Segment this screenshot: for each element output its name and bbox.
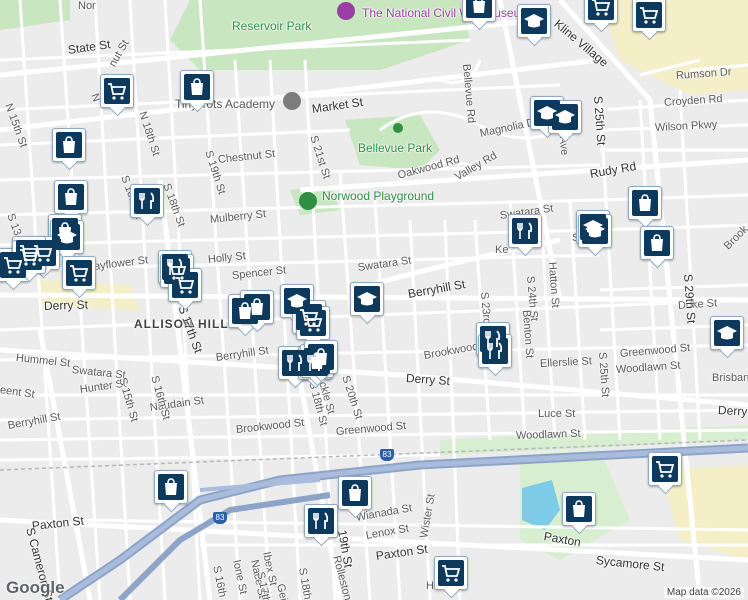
street-label-museum: The National Civil War Museum xyxy=(362,6,531,20)
map-canvas[interactable]: Reservoir Park The National Civil War Mus… xyxy=(0,0,748,600)
cart-marker[interactable] xyxy=(434,556,468,590)
interstate-shield: 83 xyxy=(380,449,394,461)
street-label-s-25th-st-1: S 25th St xyxy=(591,95,609,146)
street-label-derry-st-1: Derry St xyxy=(43,297,89,313)
cart-marker[interactable] xyxy=(12,240,46,274)
restaurant-marker[interactable] xyxy=(130,184,164,218)
park-pin-icon[interactable] xyxy=(393,123,403,133)
street-label-woodlawn-st-2: Woodlawn St xyxy=(515,427,581,442)
academy-pin-icon[interactable] xyxy=(283,92,301,110)
school-marker[interactable] xyxy=(350,282,384,316)
shopping-marker[interactable] xyxy=(640,226,674,260)
street-label-brisban: Brisban xyxy=(712,372,748,384)
interstate-shield: 83 xyxy=(213,512,227,524)
restaurant-marker[interactable] xyxy=(508,214,542,248)
cart-marker[interactable] xyxy=(168,268,202,302)
street-label-derry-st-3: Derry xyxy=(717,403,748,419)
school-marker[interactable] xyxy=(710,316,744,350)
shopping-marker[interactable] xyxy=(628,186,662,220)
cart-marker[interactable] xyxy=(62,256,96,290)
street-label-reservoir-park: Reservoir Park xyxy=(232,19,312,33)
cart-marker[interactable] xyxy=(632,0,666,32)
district-area xyxy=(600,0,748,95)
street-label-kensington: Ke xyxy=(495,244,509,256)
map-attribution[interactable]: Map data ©2026 xyxy=(663,587,744,598)
street-label-bellevue-park: Bellevue Park xyxy=(358,141,433,155)
shopping-marker[interactable] xyxy=(240,290,274,324)
museum-pin-icon[interactable] xyxy=(337,2,355,20)
restaurant-marker[interactable] xyxy=(478,334,512,368)
street-label-nor: Nor xyxy=(78,0,96,12)
street-label-norwood: Norwood Playground xyxy=(322,189,435,203)
shopping-marker[interactable] xyxy=(462,0,496,22)
cart-marker[interactable] xyxy=(584,0,618,24)
shopping-marker[interactable] xyxy=(304,340,338,374)
school-marker[interactable] xyxy=(517,4,551,38)
street-label-s-29th-st: S 29th St xyxy=(681,273,699,324)
shopping-marker[interactable] xyxy=(54,180,88,214)
shopping-marker[interactable] xyxy=(154,470,188,504)
playground-pin-icon[interactable] xyxy=(299,192,317,210)
google-logo: Google xyxy=(6,578,65,597)
school-marker[interactable] xyxy=(578,214,612,248)
shopping-marker[interactable] xyxy=(562,492,596,526)
shopping-marker[interactable] xyxy=(338,476,372,510)
shopping-marker[interactable] xyxy=(180,70,214,104)
street-label-derry-st-2: Derry St xyxy=(405,371,451,389)
cart-marker[interactable] xyxy=(648,452,682,486)
shopping-marker[interactable] xyxy=(52,128,86,162)
cart-marker[interactable] xyxy=(296,306,330,340)
cart-marker[interactable] xyxy=(100,74,134,108)
restaurant-marker[interactable] xyxy=(304,504,338,538)
school-marker[interactable] xyxy=(548,100,582,134)
street-label-luce-st: Luce St xyxy=(538,408,576,420)
